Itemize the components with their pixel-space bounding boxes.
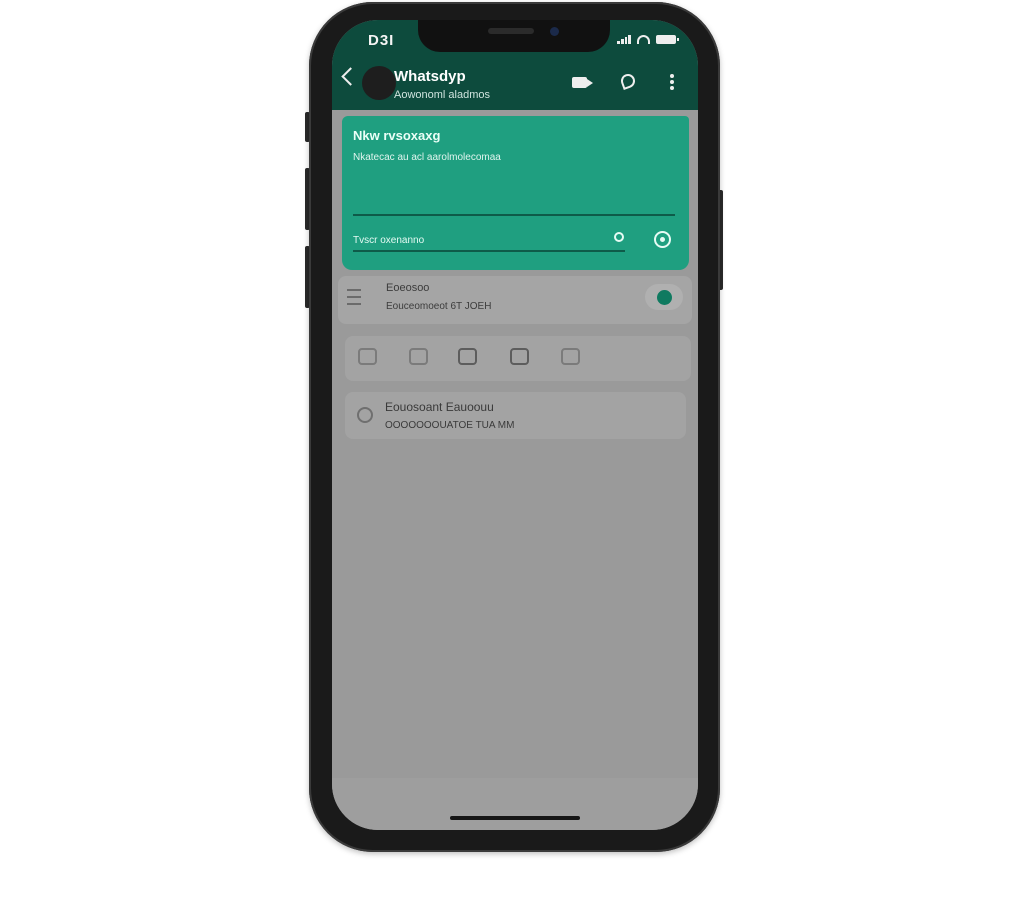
gif-icon[interactable] [409,348,428,365]
file-icon[interactable] [510,348,529,365]
setting-row[interactable]: Eoeosoo Eouceomoeot 6T JOEH [338,276,692,324]
emoji-icon[interactable] [614,232,624,242]
setting-title: Eoeosoo [386,282,430,294]
message-title: Nkw rvsoxaxg [353,128,441,143]
status-icons [617,35,679,44]
chat-subtitle: Aowonoml aladmos [394,89,490,101]
front-camera [550,27,559,36]
video-call-icon[interactable] [572,77,593,88]
more-options-icon[interactable] [670,74,674,90]
notch [418,20,610,52]
avatar[interactable] [362,66,396,100]
phone-screen: D3I Whatsdyp Aowonoml aladmos Nkw rvsoxa… [332,20,698,830]
image-icon[interactable] [458,348,477,365]
chat-header: D3I Whatsdyp Aowonoml aladmos [332,20,698,110]
message-card: Nkw rvsoxaxg Nkatecac au acl aarolmoleco… [342,116,689,270]
signal-icon [617,35,631,44]
setting-toggle[interactable] [645,284,683,310]
info-card[interactable]: Eouosoant Eauoouu OOOOOOOUATOE TUA MM [345,392,686,439]
message-divider [353,214,675,216]
info-title: Eouosoant Eauoouu [385,400,494,414]
info-subtitle: OOOOOOOUATOE TUA MM [385,420,515,431]
sticker-icon[interactable] [358,348,377,365]
info-icon [357,407,373,423]
battery-icon [656,35,679,44]
message-text: Nkatecac au acl aarolmolecomaa [353,152,501,163]
voice-call-icon[interactable] [619,72,637,90]
toggle-knob [657,290,672,305]
home-indicator[interactable] [450,816,580,820]
back-icon[interactable] [341,67,360,86]
setting-subtitle: Eouceomoeot 6T JOEH [386,301,492,312]
wifi-icon [637,35,650,44]
message-input[interactable]: Tvscr oxenanno [353,235,424,246]
chat-title[interactable]: Whatsdyp [394,68,466,85]
more-icon[interactable] [561,348,580,365]
input-underline [353,250,625,252]
stage: D3I Whatsdyp Aowonoml aladmos Nkw rvsoxa… [0,0,1024,906]
attachment-icon-strip [345,336,691,381]
settings-icon[interactable] [654,231,671,248]
bottom-bar [332,778,698,830]
status-time: D3I [368,32,395,49]
adjust-icon [347,284,361,310]
speaker-grille [488,28,534,34]
